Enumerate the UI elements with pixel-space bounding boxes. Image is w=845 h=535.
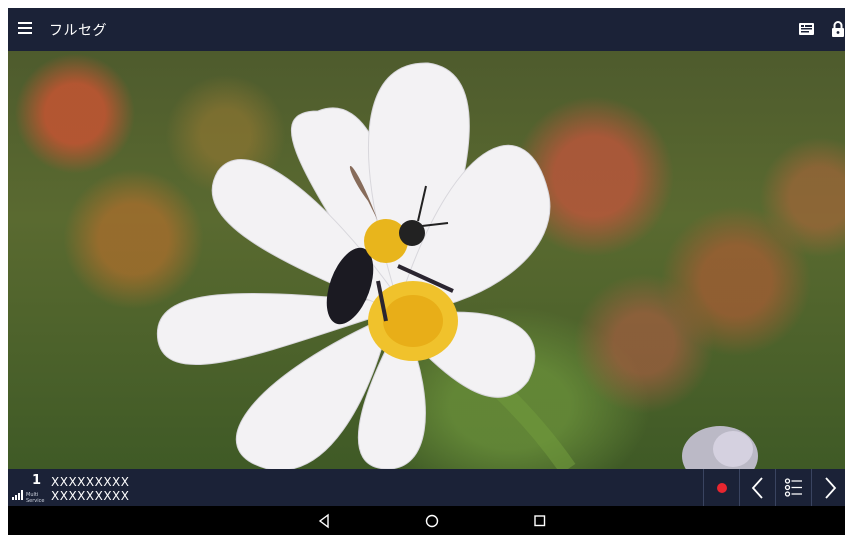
channel-list-icon xyxy=(784,478,802,497)
channel-list-button[interactable] xyxy=(775,469,812,506)
hamburger-menu-icon[interactable] xyxy=(18,21,34,35)
back-triangle-icon xyxy=(318,513,329,529)
top-bar: フルセグ xyxy=(8,8,845,51)
back-button[interactable] xyxy=(304,506,344,535)
record-button[interactable] xyxy=(703,469,740,506)
program-name: XXXXXXXXX xyxy=(51,489,130,503)
next-channel-button[interactable] xyxy=(811,469,845,506)
channel-name: XXXXXXXXX xyxy=(51,475,130,489)
previous-channel-button[interactable] xyxy=(739,469,776,506)
chevron-left-icon xyxy=(751,477,763,499)
recents-button[interactable] xyxy=(520,506,560,535)
tv-video-frame[interactable] xyxy=(8,51,845,469)
recents-square-icon xyxy=(534,515,546,527)
app-frame: フルセグ Multi Service 1 XXXXXXXXX XXXXXXXXX xyxy=(8,8,845,535)
subtitle-info-icon[interactable] xyxy=(797,19,817,39)
system-navigation-bar xyxy=(8,506,845,535)
page-title: フルセグ xyxy=(49,23,107,39)
service-label: Service xyxy=(26,498,45,504)
channel-number: 1 xyxy=(32,473,42,488)
channel-info-bar: Multi Service 1 XXXXXXXXX XXXXXXXXX xyxy=(8,469,845,506)
home-button[interactable] xyxy=(412,506,452,535)
lock-icon[interactable] xyxy=(831,20,845,38)
home-circle-icon xyxy=(425,514,439,528)
chevron-right-icon xyxy=(825,477,837,499)
signal-strength-icon xyxy=(12,490,23,500)
record-icon xyxy=(717,483,727,493)
